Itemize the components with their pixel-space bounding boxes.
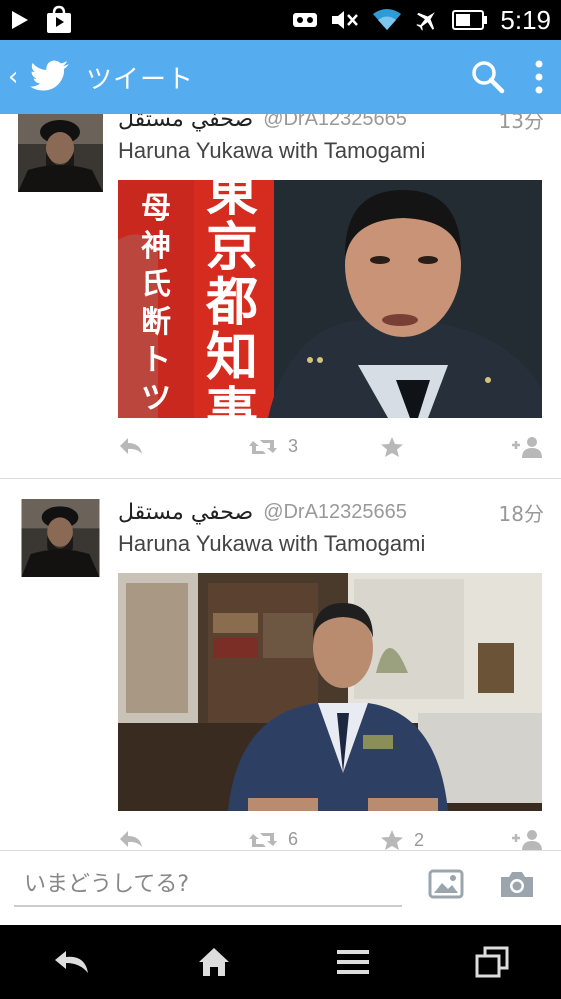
- recent-apps-icon[interactable]: [475, 946, 509, 978]
- svg-text:ツ: ツ: [141, 381, 171, 416]
- follow-button[interactable]: [510, 829, 544, 850]
- reply-button[interactable]: [118, 436, 144, 456]
- retweet-count: 6: [288, 829, 299, 849]
- voicemail-icon: [293, 13, 318, 27]
- airplane-icon: [416, 12, 436, 31]
- tweet-time: 18分: [498, 501, 544, 526]
- retweet-icon: [249, 439, 277, 454]
- play-store-icon: [47, 5, 71, 33]
- avatar[interactable]: [18, 499, 103, 577]
- svg-text:ト: ト: [141, 343, 171, 378]
- follow-user-icon: [512, 437, 542, 458]
- favorite-button[interactable]: [380, 436, 404, 458]
- menu-icon[interactable]: [336, 948, 370, 976]
- svg-text:断: 断: [141, 305, 171, 340]
- twitter-bird-icon[interactable]: [30, 60, 70, 94]
- tweet-author-handle[interactable]: @DrA12325665: [263, 501, 407, 524]
- tweet-author-name[interactable]: صحفي مستقل: [118, 114, 253, 132]
- tweet-image[interactable]: 母 神 氏 断 ト ツ 東 京 都 知 事: [118, 180, 542, 418]
- follow-button[interactable]: [510, 436, 544, 458]
- mute-icon: [332, 11, 359, 29]
- home-icon[interactable]: [197, 946, 231, 978]
- favorite-button[interactable]: 2: [380, 829, 424, 850]
- tweet-text: Haruna Yukawa with Tamogami: [118, 531, 426, 556]
- reply-icon: [120, 438, 142, 454]
- timeline[interactable]: صحفي مستقل @DrA12325665 13分 Haruna Yukaw…: [0, 114, 561, 850]
- reply-button[interactable]: [118, 829, 144, 849]
- tweet-author-handle[interactable]: @DrA12325665: [263, 114, 407, 131]
- image-icon[interactable]: [428, 869, 464, 899]
- status-bar: 5:19: [0, 0, 561, 40]
- svg-text:都: 都: [205, 273, 258, 333]
- back-chevron-icon[interactable]: ‹: [8, 62, 24, 92]
- tweet[interactable]: صحفي مستقل @DrA12325665 13分 Haruna Yukaw…: [0, 114, 561, 480]
- svg-text:事: 事: [206, 383, 258, 418]
- retweet-count: 3: [288, 436, 299, 456]
- favorite-count: 2: [414, 829, 425, 850]
- tweet-text: Haruna Yukawa with Tamogami: [118, 138, 426, 163]
- app-bar: ‹ ツイート: [0, 40, 561, 114]
- svg-text:氏: 氏: [141, 267, 171, 302]
- search-icon[interactable]: [471, 60, 505, 94]
- clock: 5:19: [500, 4, 551, 35]
- compose-bar: [0, 850, 561, 925]
- battery-icon: [452, 10, 488, 30]
- avatar[interactable]: [18, 114, 103, 192]
- camera-icon[interactable]: [498, 869, 536, 899]
- tweet[interactable]: صحفي مستقل @DrA12325665 18分 Haruna Yukaw…: [0, 493, 561, 850]
- reply-icon: [120, 831, 142, 847]
- retweet-button[interactable]: 6: [248, 829, 298, 850]
- star-icon: [381, 437, 403, 457]
- tweet-image[interactable]: [118, 573, 542, 811]
- svg-text:神: 神: [141, 229, 171, 264]
- overflow-menu-icon[interactable]: [535, 60, 543, 94]
- svg-text:母: 母: [141, 191, 171, 226]
- star-icon: [381, 830, 403, 850]
- system-nav-bar: [0, 925, 561, 999]
- divider: [0, 478, 561, 479]
- tweet-time: 13分: [498, 114, 544, 133]
- follow-user-icon: [512, 830, 542, 850]
- svg-text:知: 知: [206, 328, 258, 388]
- retweet-icon: [249, 832, 277, 847]
- page-title: ツイート: [86, 64, 195, 95]
- tweet-author-name[interactable]: صحفي مستقل: [118, 500, 253, 525]
- svg-text:東: 東: [206, 180, 258, 223]
- compose-input[interactable]: [14, 863, 402, 907]
- retweet-button[interactable]: 3: [248, 436, 298, 457]
- play-icon: [12, 11, 28, 29]
- wifi-icon: [373, 9, 402, 30]
- svg-text:京: 京: [206, 218, 258, 278]
- back-icon[interactable]: [52, 947, 92, 977]
